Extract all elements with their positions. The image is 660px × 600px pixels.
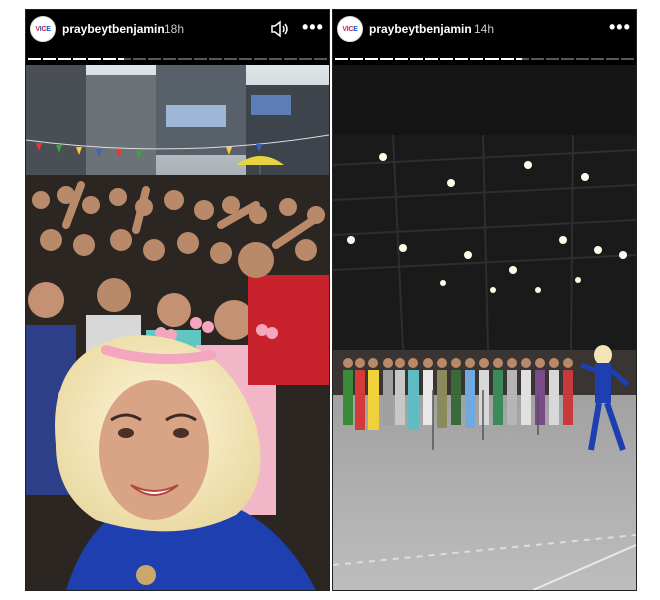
progress-segment bbox=[425, 58, 439, 60]
progress-segment bbox=[298, 58, 312, 60]
story-right[interactable]: VICE praybeytbenjamin 14h ••• bbox=[332, 9, 637, 591]
progress-segment bbox=[58, 58, 72, 60]
sound-icon[interactable] bbox=[269, 19, 289, 39]
progress-segment bbox=[395, 58, 409, 60]
story-header: VICE praybeytbenjamin 14h ••• bbox=[333, 10, 636, 65]
profile-avatar[interactable]: VICE bbox=[30, 16, 56, 42]
progress-segment bbox=[470, 58, 484, 60]
progress-segment bbox=[283, 58, 297, 60]
progress-segment bbox=[410, 58, 424, 60]
profile-avatar[interactable]: VICE bbox=[337, 16, 363, 42]
progress-segment bbox=[73, 58, 87, 60]
story-progress bbox=[335, 58, 634, 60]
progress-segment bbox=[253, 58, 267, 60]
post-time: 14h bbox=[474, 22, 495, 36]
more-options-icon[interactable]: ••• bbox=[302, 18, 324, 36]
progress-segment bbox=[620, 58, 634, 60]
story-photo-studio-stage bbox=[333, 65, 636, 590]
story-progress bbox=[28, 58, 327, 60]
progress-segment bbox=[545, 58, 559, 60]
progress-segment bbox=[88, 58, 102, 60]
progress-segment bbox=[43, 58, 57, 60]
username[interactable]: praybeytbenjamin bbox=[62, 22, 165, 36]
story-photo-crowd-selfie bbox=[26, 65, 329, 590]
progress-segment bbox=[133, 58, 147, 60]
progress-segment bbox=[268, 58, 282, 60]
progress-segment bbox=[118, 58, 132, 60]
progress-segment bbox=[485, 58, 499, 60]
progress-segment bbox=[163, 58, 177, 60]
story-left[interactable]: VICE praybeytbenjamin 18h ••• bbox=[25, 9, 330, 591]
progress-segment bbox=[455, 58, 469, 60]
username[interactable]: praybeytbenjamin bbox=[369, 22, 472, 36]
progress-segment bbox=[605, 58, 619, 60]
progress-segment bbox=[238, 58, 252, 60]
progress-segment bbox=[208, 58, 222, 60]
progress-segment bbox=[193, 58, 207, 60]
more-options-icon[interactable]: ••• bbox=[609, 18, 631, 36]
progress-segment bbox=[380, 58, 394, 60]
progress-segment bbox=[500, 58, 514, 60]
post-time: 18h bbox=[164, 22, 185, 36]
progress-segment bbox=[313, 58, 327, 60]
progress-segment bbox=[103, 58, 117, 60]
progress-segment bbox=[575, 58, 589, 60]
progress-segment bbox=[335, 58, 349, 60]
progress-segment bbox=[223, 58, 237, 60]
progress-segment bbox=[590, 58, 604, 60]
progress-segment bbox=[350, 58, 364, 60]
progress-segment bbox=[515, 58, 529, 60]
progress-segment bbox=[178, 58, 192, 60]
progress-segment bbox=[148, 58, 162, 60]
progress-segment bbox=[530, 58, 544, 60]
story-header: VICE praybeytbenjamin 18h ••• bbox=[26, 10, 329, 65]
progress-segment bbox=[365, 58, 379, 60]
progress-segment bbox=[28, 58, 42, 60]
progress-segment bbox=[560, 58, 574, 60]
progress-segment bbox=[440, 58, 454, 60]
